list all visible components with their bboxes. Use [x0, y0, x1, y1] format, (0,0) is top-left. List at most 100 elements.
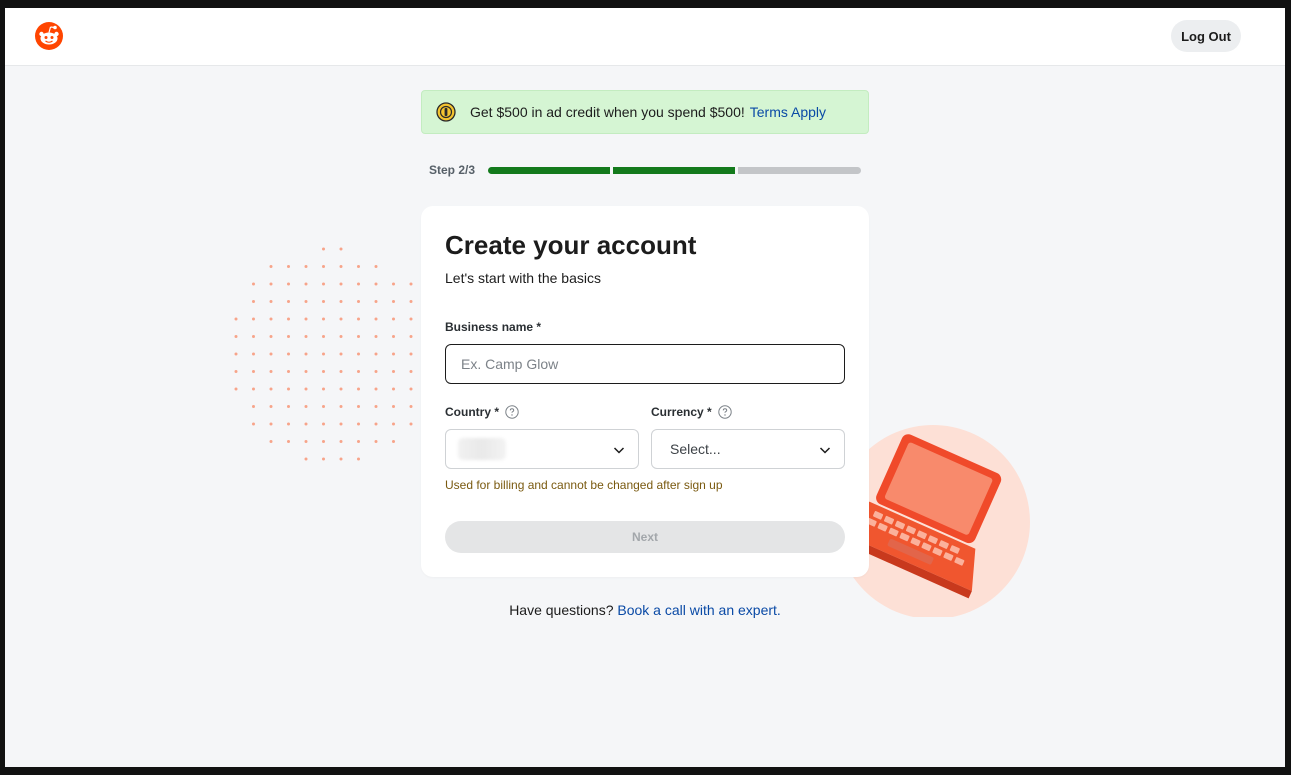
step-label: Step 2/3	[429, 163, 476, 177]
decorative-dot	[357, 317, 360, 321]
decorative-dot	[252, 422, 255, 426]
decorative-dot	[322, 457, 325, 461]
decorative-dot	[392, 282, 395, 286]
decorative-dot	[374, 352, 378, 356]
decorative-dot	[269, 422, 273, 426]
logout-button[interactable]: Log Out	[1171, 20, 1241, 52]
decorative-dot	[392, 405, 395, 408]
decorative-dot	[252, 405, 255, 408]
decorative-dot	[374, 405, 378, 408]
decorative-dot	[304, 422, 308, 426]
currency-select-placeholder: Select...	[670, 441, 721, 457]
decorative-dot	[322, 265, 325, 268]
question-circle-icon[interactable]	[718, 405, 732, 419]
decorative-dot	[392, 335, 395, 338]
decorative-dot	[322, 335, 325, 338]
business-name-label-text: Business name *	[445, 320, 542, 334]
decorative-dot	[322, 405, 325, 408]
decorative-dot	[409, 422, 413, 426]
decorative-dot	[269, 352, 273, 356]
decorative-dot	[409, 300, 413, 303]
decorative-dot	[339, 440, 343, 443]
decorative-dot	[269, 440, 273, 443]
decorative-dot	[304, 405, 308, 408]
currency-label-text: Currency *	[651, 405, 712, 419]
decorative-dot	[269, 282, 273, 286]
chevron-down-icon	[819, 447, 831, 454]
decorative-dot	[304, 317, 308, 321]
decorative-dot	[374, 265, 378, 268]
decorative-dot	[409, 335, 413, 338]
billing-hint: Used for billing and cannot be changed a…	[445, 478, 723, 492]
decorative-dot	[252, 317, 255, 321]
decorative-dot	[339, 300, 343, 303]
country-select[interactable]	[445, 429, 639, 469]
decorative-dot	[357, 335, 360, 338]
decorative-dot-pattern	[234, 247, 430, 461]
decorative-dot	[234, 387, 238, 391]
decorative-dot	[287, 422, 290, 426]
decorative-dot	[357, 370, 360, 373]
decorative-dot	[287, 405, 290, 408]
reddit-snoo-icon[interactable]	[34, 21, 64, 51]
decorative-dot	[269, 370, 273, 373]
decorative-dot	[357, 457, 360, 461]
decorative-dot	[234, 317, 238, 321]
decorative-dot	[409, 387, 413, 391]
decorative-dot	[252, 352, 255, 356]
decorative-dot	[392, 300, 395, 303]
decorative-dot	[252, 387, 255, 391]
decorative-dot	[339, 282, 343, 286]
decorative-dot	[339, 317, 343, 321]
decorative-dot	[374, 335, 378, 338]
decorative-dot	[322, 282, 325, 286]
decorative-dot	[322, 440, 325, 443]
book-call-link[interactable]: Book a call with an expert.	[617, 602, 780, 618]
help-question: Have questions?	[509, 602, 614, 618]
decorative-dot	[374, 387, 378, 391]
page-title: Create your account	[445, 230, 697, 260]
decorative-dot	[339, 405, 343, 408]
decorative-dot	[287, 440, 290, 443]
decorative-dot	[339, 265, 343, 268]
decorative-dot	[357, 405, 360, 408]
decorative-dot	[269, 405, 273, 408]
decorative-dot	[287, 282, 290, 286]
question-circle-icon[interactable]	[505, 405, 519, 419]
business-name-label: Business name *	[445, 320, 541, 334]
decorative-dot	[357, 265, 360, 268]
decorative-dot	[374, 440, 378, 443]
decorative-dot	[357, 422, 360, 426]
decorative-dot	[322, 352, 325, 356]
decorative-dot	[287, 265, 290, 268]
decorative-dot	[287, 370, 290, 373]
decorative-dot	[252, 335, 255, 338]
currency-select[interactable]: Select...	[651, 429, 845, 469]
promo-banner: Get $500 in ad credit when you spend $50…	[421, 90, 869, 134]
decorative-dot	[304, 387, 308, 391]
business-name-input[interactable]	[445, 344, 845, 384]
decorative-dot	[269, 300, 273, 303]
decorative-dot	[322, 247, 325, 251]
decorative-dot	[374, 317, 378, 321]
decorative-dot	[304, 370, 308, 373]
decorative-dot	[409, 317, 413, 321]
decorative-dot	[339, 352, 343, 356]
country-selected-value-redacted	[458, 438, 506, 460]
decorative-dot	[392, 440, 395, 443]
decorative-dot	[287, 352, 290, 356]
decorative-dot	[374, 370, 378, 373]
decorative-dot	[304, 440, 308, 443]
decorative-dot	[374, 300, 378, 303]
decorative-dot	[304, 335, 308, 338]
terms-apply-link[interactable]: Terms Apply	[750, 104, 826, 120]
next-button[interactable]: Next	[445, 521, 845, 553]
decorative-dot	[269, 335, 273, 338]
decorative-dot	[392, 352, 395, 356]
decorative-dot	[322, 422, 325, 426]
progress-segment-1	[488, 167, 610, 174]
decorative-dot	[409, 405, 413, 408]
help-footer: Have questions? Book a call with an expe…	[5, 602, 1285, 618]
decorative-dot	[322, 317, 325, 321]
currency-label: Currency *	[651, 405, 732, 419]
